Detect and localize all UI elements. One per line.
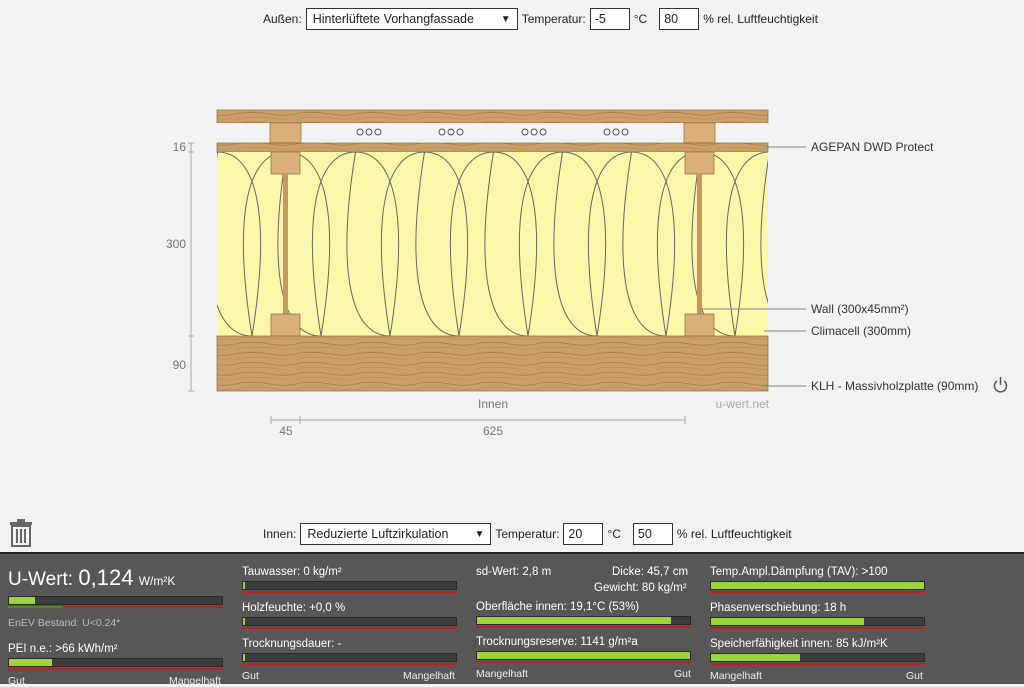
tav-label: Temp.Ampl.Dämpfung (TAV): >100 — [710, 566, 888, 578]
counter-batten-right — [683, 122, 716, 144]
inside-temp-label: Temperatur: — [495, 527, 560, 541]
inside-mode-select[interactable]: Reduzierte Luftzirkulation ▼ — [300, 523, 492, 545]
counter-batten-left — [269, 122, 302, 144]
scale-gut-3: Gut — [674, 668, 691, 680]
inside-humidity-input[interactable]: 50 — [632, 523, 673, 545]
cladding-board — [216, 109, 769, 124]
gewicht-value: Gewicht: 80 kg/m² — [594, 582, 687, 594]
results-panel: U-Wert: 0,124 W/m²K EnEV Bestand: U<0.24… — [0, 552, 1024, 687]
trocknungsdauer-bar — [242, 653, 457, 667]
trocknungsreserve-bar — [476, 651, 691, 665]
dicke-value: Dicke: 45,7 cm — [612, 566, 689, 578]
tauwasser-label: Tauwasser: 0 kg/m² — [242, 566, 342, 578]
u-value-row: U-Wert: 0,124 W/m²K — [8, 565, 175, 591]
dim-left-1: 16 — [173, 140, 187, 154]
inside-humidity-unit: % rel. Luftfeuchtigkeit — [676, 527, 792, 541]
trash-icon[interactable] — [9, 519, 33, 547]
phase-label: Phasenverschiebung: 18 h — [710, 602, 847, 614]
scale-mangelhaft-4: Mangelhaft — [710, 670, 762, 682]
inside-controls: Innen: Reduzierte Luftzirkulation ▼ Temp… — [263, 523, 792, 545]
scale-gut-1: Gut — [8, 675, 25, 687]
watermark: u-wert.net — [716, 397, 770, 411]
oberflaeche-label: Oberfläche innen: 19,1°C (53%) — [476, 601, 640, 613]
phase-bar — [710, 617, 925, 631]
insulation-layer — [217, 152, 768, 336]
wall-cross-section: 16 300 90 45 625 Innen u-wert.net AGEPAN… — [166, 109, 1008, 438]
sd-value: sd-Wert: 2,8 m — [476, 566, 552, 578]
scale-mangelhaft-1: Mangelhaft — [169, 675, 221, 687]
inside-label: Innen: — [263, 527, 297, 541]
klh-panel — [216, 335, 769, 392]
chevron-down-icon: ▼ — [474, 528, 485, 540]
inside-temp-unit: °C — [607, 527, 621, 541]
layer-label-climacell[interactable]: Climacell (300mm) — [811, 324, 911, 338]
layer-label-wall[interactable]: Wall (300x45mm²) — [811, 302, 909, 316]
layer-label-agepan[interactable]: AGEPAN DWD Protect — [811, 140, 934, 154]
dim-left-2: 300 — [166, 237, 186, 251]
tauwasser-bar — [242, 581, 457, 595]
scale-mangelhaft-2: Mangelhaft — [403, 670, 455, 682]
scale-mangelhaft-3: Mangelhaft — [476, 668, 528, 680]
agepan-board — [216, 142, 769, 153]
dim-bottom-2: 625 — [483, 424, 503, 438]
inside-temp-input[interactable]: 20 — [563, 523, 604, 545]
holzfeuchte-bar — [242, 617, 457, 631]
dim-left-3: 90 — [173, 358, 187, 372]
power-icon[interactable] — [993, 377, 1008, 393]
layer-label-klh[interactable]: KLH - Massivholzplatte (90mm) — [811, 379, 978, 393]
pei-label: PEI n.e.: >66 kWh/m² — [8, 643, 118, 655]
u-value-unit: W/m²K — [138, 574, 176, 588]
oberflaeche-bar — [476, 616, 691, 630]
trocknungsdauer-label: Trocknungsdauer: - — [242, 638, 342, 650]
enev-note: EnEV Bestand: U<0.24* — [8, 617, 121, 629]
u-value: 0,124 — [78, 565, 134, 590]
scale-gut-2: Gut — [242, 670, 259, 682]
scale-gut-4: Gut — [906, 670, 923, 682]
speicher-label: Speicherfähigkeit innen: 85 kJ/m²K — [710, 638, 888, 650]
tav-bar — [710, 581, 925, 595]
dim-bottom-1: 45 — [279, 424, 293, 438]
inside-mode-value: Reduzierte Luftzirkulation — [307, 527, 449, 541]
inside-side-label: Innen — [478, 397, 508, 411]
pei-bar — [8, 658, 223, 672]
u-value-label: U-Wert: — [8, 569, 74, 590]
trocknungsreserve-label: Trocknungsreserve: 1141 g/m²a — [476, 636, 638, 648]
u-value-bar — [8, 596, 223, 610]
holzfeuchte-label: Holzfeuchte: +0,0 % — [242, 602, 346, 614]
speicher-bar — [710, 653, 925, 667]
